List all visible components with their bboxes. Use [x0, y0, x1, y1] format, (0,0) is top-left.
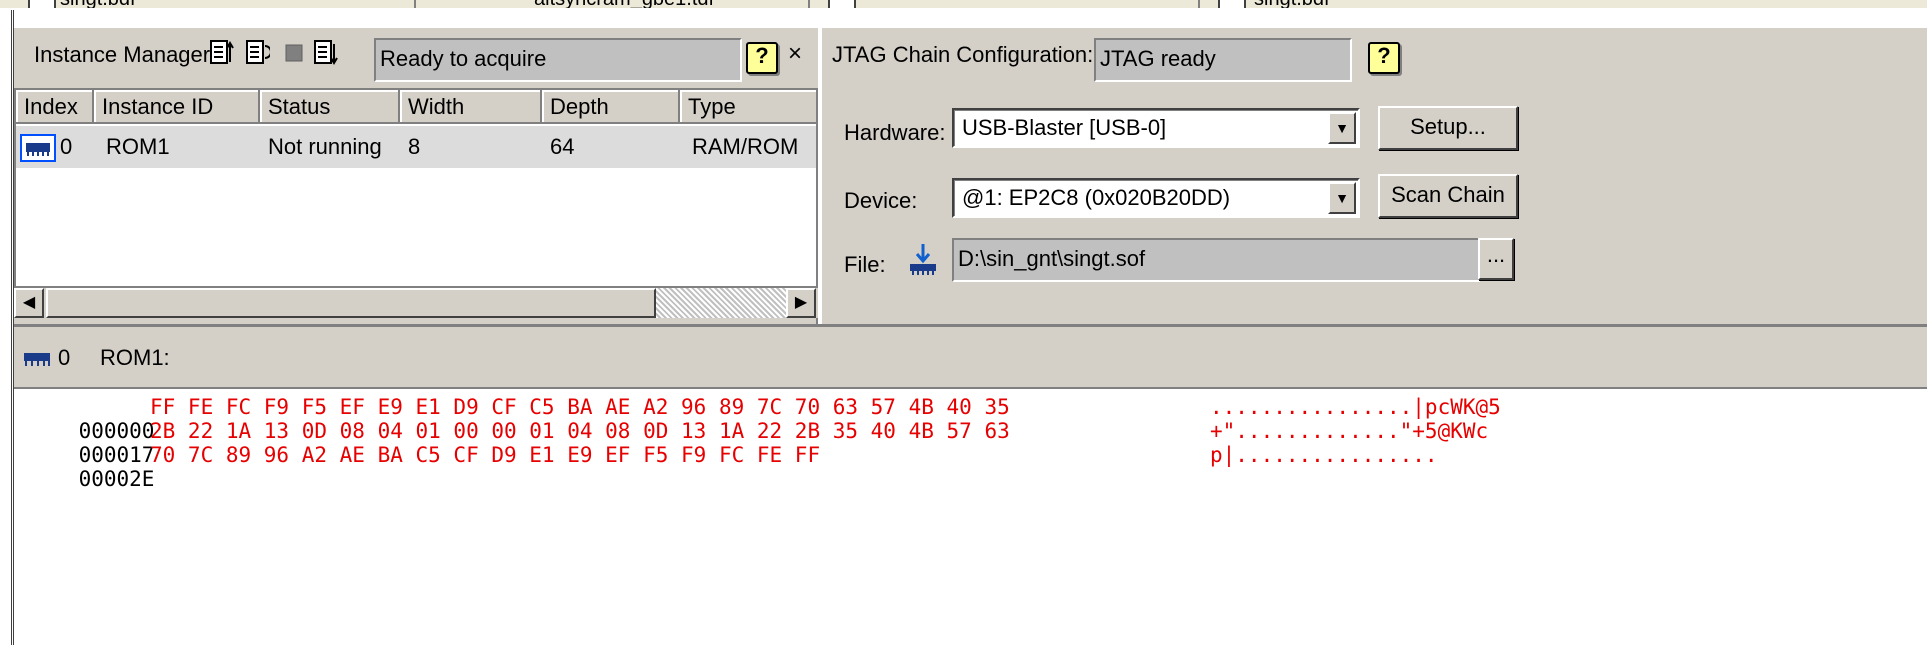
read-data-icon[interactable] — [314, 40, 338, 66]
browse-file-button[interactable]: ... — [1478, 238, 1514, 280]
jtag-status: JTAG ready — [1094, 38, 1352, 82]
tab-singt-bdf-2[interactable]: singt.bdf — [1198, 0, 1927, 8]
cell-status: Not running — [268, 134, 382, 159]
instance-manager-toolbar: Instance Manager: Ready to acquire ? × — [14, 28, 818, 88]
hardware-select[interactable]: USB-Blaster [USB-0] ▼ — [952, 108, 1360, 148]
cell-instance-id: ROM1 — [106, 134, 170, 159]
column-header-width[interactable]: Width — [400, 90, 542, 124]
tdf-file-icon — [828, 0, 856, 8]
memory-instance-icon — [24, 353, 50, 366]
hex-row[interactable]: 000017 — [28, 419, 155, 467]
scrollbar-track[interactable] — [656, 288, 786, 318]
jtag-config-label: JTAG Chain Configuration: — [832, 42, 1094, 67]
cell-width: 8 — [408, 134, 421, 159]
sof-file-field[interactable]: D:\sin_gnt\singt.sof — [952, 238, 1480, 282]
cell-index: 0 — [60, 134, 73, 159]
scroll-left-arrow-icon[interactable]: ◀ — [14, 288, 44, 318]
hex-ascii[interactable]: +"............."+5@KWc — [1210, 419, 1488, 443]
column-header-depth[interactable]: Depth — [542, 90, 680, 124]
cell-type: RAM/ROM — [692, 134, 799, 159]
autorun-analysis-icon[interactable] — [246, 40, 270, 66]
column-header-type[interactable]: Type — [680, 90, 816, 124]
scan-chain-button[interactable]: Scan Chain — [1378, 174, 1518, 218]
hex-bytes[interactable]: FF FE FC F9 F5 EF E9 E1 D9 CF C5 BA AE A… — [150, 395, 1010, 419]
chevron-down-icon[interactable]: ▼ — [1328, 182, 1356, 214]
cell-depth: 64 — [550, 134, 575, 159]
tab-altsyncram-tdf[interactable]: altsyncram_gbe1.tdf — [414, 0, 810, 8]
memory-instance-name: ROM1: — [100, 345, 170, 370]
tab-label: singt.bdf — [60, 0, 136, 8]
hardware-label: Hardware: — [844, 120, 946, 145]
setup-button[interactable]: Setup... — [1378, 106, 1518, 150]
scroll-right-arrow-icon[interactable]: ▶ — [786, 288, 816, 318]
tab-label: singt.bdf — [1254, 0, 1330, 8]
device-select[interactable]: @1: EP2C8 (0x020B20DD) ▼ — [952, 178, 1360, 218]
jtag-chain-config-panel: JTAG Chain Configuration: JTAG ready ? H… — [820, 28, 1927, 324]
stop-analysis-icon[interactable] — [282, 40, 306, 66]
file-label: File: — [844, 252, 886, 277]
tab-singt-bdf[interactable]: singt.bdf — [14, 0, 416, 8]
document-tab-strip: singt.bdf altsyncram_gbe1.tdf singt.bdf — [0, 0, 1927, 10]
instance-table: Index Instance ID Status Width Depth Typ… — [14, 88, 818, 288]
hex-row[interactable]: 00002E — [28, 443, 155, 491]
hex-editor[interactable]: 000000 FF FE FC F9 F5 EF E9 E1 D9 CF C5 … — [14, 387, 1927, 645]
tab-altsyncram[interactable] — [808, 0, 1200, 8]
scrollbar-thumb[interactable] — [46, 288, 656, 318]
hex-bytes[interactable]: 2B 22 1A 13 0D 08 04 01 00 00 01 04 08 0… — [150, 419, 1010, 443]
hardware-select-value: USB-Blaster [USB-0] — [962, 115, 1167, 140]
column-header-status[interactable]: Status — [260, 90, 400, 124]
memory-instance-index: 0 — [58, 345, 71, 370]
chevron-down-icon[interactable]: ▼ — [1328, 112, 1356, 144]
hex-row[interactable]: 000000 — [28, 395, 155, 443]
left-frame-border — [0, 10, 14, 645]
column-header-instance-id[interactable]: Instance ID — [94, 90, 260, 124]
help-icon[interactable]: ? — [1368, 42, 1400, 74]
column-header-index[interactable]: Index — [16, 90, 94, 124]
tab-label: altsyncram_gbe1.tdf — [534, 0, 714, 8]
memory-content-header: 0 ROM1: — [14, 327, 1927, 387]
device-download-icon — [910, 244, 936, 275]
close-icon[interactable]: × — [788, 40, 802, 68]
instance-manager-label: Instance Manager: — [34, 42, 217, 67]
memory-instance-icon — [20, 134, 56, 162]
bdf-file-icon — [1218, 0, 1246, 8]
hex-address: 00002E — [78, 467, 155, 491]
horizontal-scrollbar[interactable]: ◀ ▶ — [14, 288, 818, 318]
hex-ascii[interactable]: ................|pcWK@5 — [1210, 395, 1501, 419]
acquisition-status: Ready to acquire — [374, 38, 742, 82]
help-icon[interactable]: ? — [746, 42, 778, 74]
device-select-value: @1: EP2C8 (0x020B20DD) — [962, 185, 1231, 210]
hex-ascii[interactable]: p|................ — [1210, 443, 1438, 467]
hex-bytes[interactable]: 70 7C 89 96 A2 AE BA C5 CF D9 E1 E9 EF F… — [150, 443, 820, 467]
bdf-file-icon — [28, 0, 56, 8]
device-label: Device: — [844, 188, 918, 213]
run-analysis-icon[interactable] — [210, 40, 234, 66]
